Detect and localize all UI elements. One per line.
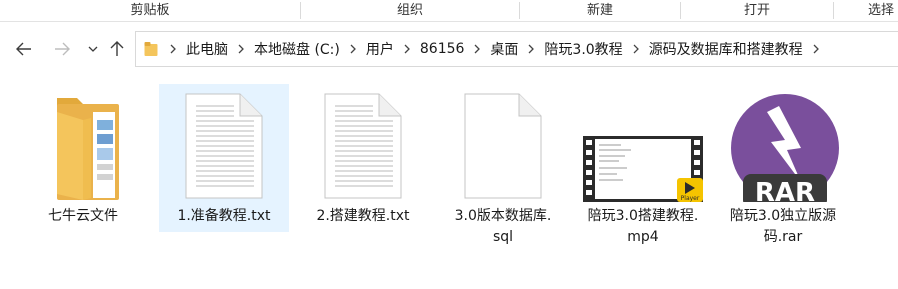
text-file-icon (298, 90, 428, 202)
chevron-down-icon (88, 46, 98, 52)
chevron-right-icon[interactable] (164, 32, 182, 66)
arrow-left-icon (16, 42, 32, 56)
ribbon-group-organize[interactable]: 组织 (301, 0, 519, 22)
file-item[interactable]: 七牛云文件 (18, 84, 148, 232)
rar-badge-text: RAR (755, 178, 815, 202)
chevron-right-icon[interactable] (232, 32, 250, 66)
folder-icon (18, 90, 148, 202)
arrow-up-icon (110, 41, 124, 57)
chevron-right-icon[interactable] (627, 32, 645, 66)
forward-button[interactable] (48, 30, 76, 68)
ribbon-group-open[interactable]: 打开 (681, 0, 833, 22)
breadcrumb-this-pc[interactable]: 此电脑 (182, 39, 232, 59)
ribbon-groups: 剪贴板 组织 新建 打开 选择 (0, 0, 898, 22)
file-name: 七牛云文件 (48, 208, 118, 224)
breadcrumb-tutorial-folder[interactable]: 陪玩3.0教程 (540, 39, 626, 59)
arrow-right-icon (54, 42, 70, 56)
breadcrumb: 此电脑 本地磁盘 (C:) 用户 86156 桌面 陪玩3.0教程 源码及数据库… (144, 32, 825, 66)
back-button[interactable] (10, 30, 38, 68)
breadcrumb-users[interactable]: 用户 (362, 39, 398, 59)
chevron-right-icon[interactable] (522, 32, 540, 66)
address-bar[interactable]: 此电脑 本地磁盘 (C:) 用户 86156 桌面 陪玩3.0教程 源码及数据库… (135, 31, 898, 67)
file-name-line: 陪玩3.0独立版源 (729, 208, 837, 224)
file-name-line: 码.rar (763, 229, 803, 245)
blank-file-icon (438, 90, 568, 202)
file-name: 陪玩3.0搭建教程. mp4 (578, 206, 708, 248)
chevron-right-icon[interactable] (344, 32, 362, 66)
file-name-line: 陪玩3.0搭建教程. (587, 208, 699, 224)
video-file-icon: Player (578, 90, 708, 202)
chevron-right-icon[interactable] (468, 32, 486, 66)
file-name: 2.搭建教程.txt (316, 208, 410, 224)
file-item[interactable]: RAR 陪玩3.0独立版源 码.rar (718, 84, 848, 245)
player-badge-text: Player (681, 195, 700, 202)
file-name: 陪玩3.0独立版源 码.rar (718, 206, 848, 248)
ribbon-group-clipboard[interactable]: 剪贴板 (0, 0, 300, 22)
breadcrumb-current-folder[interactable]: 源码及数据库和搭建教程 (645, 39, 807, 59)
file-item[interactable]: 2.搭建教程.txt (298, 84, 428, 232)
file-name-line: 3.0版本数据库. (454, 208, 552, 224)
recent-locations-button[interactable] (84, 30, 102, 68)
ribbon-group-select[interactable]: 选择 (834, 0, 898, 22)
breadcrumb-user-folder[interactable]: 86156 (416, 41, 469, 57)
ribbon-group-new[interactable]: 新建 (520, 0, 680, 22)
file-item-selected[interactable]: 1.准备教程.txt (159, 84, 289, 232)
up-button[interactable] (106, 30, 128, 68)
file-item[interactable]: 3.0版本数据库. sql (438, 84, 568, 245)
rar-archive-icon: RAR (718, 90, 848, 202)
chevron-right-icon[interactable] (807, 32, 825, 66)
chevron-right-icon[interactable] (398, 32, 416, 66)
file-name-line: sql (492, 229, 514, 245)
navigation-bar: 此电脑 本地磁盘 (C:) 用户 86156 桌面 陪玩3.0教程 源码及数据库… (0, 30, 898, 68)
text-file-icon (159, 90, 289, 202)
file-name: 1.准备教程.txt (177, 208, 271, 224)
breadcrumb-local-disk[interactable]: 本地磁盘 (C:) (250, 39, 344, 59)
breadcrumb-desktop[interactable]: 桌面 (486, 39, 522, 59)
file-name: 3.0版本数据库. sql (438, 206, 568, 248)
file-view: 七牛云文件 1.准备教程.txt 2.搭建教程.txt 3.0版本数据库. sq… (0, 80, 898, 280)
file-name-line: mp4 (627, 229, 659, 245)
folder-small-icon (144, 41, 158, 57)
file-item[interactable]: Player 陪玩3.0搭建教程. mp4 (578, 84, 708, 245)
